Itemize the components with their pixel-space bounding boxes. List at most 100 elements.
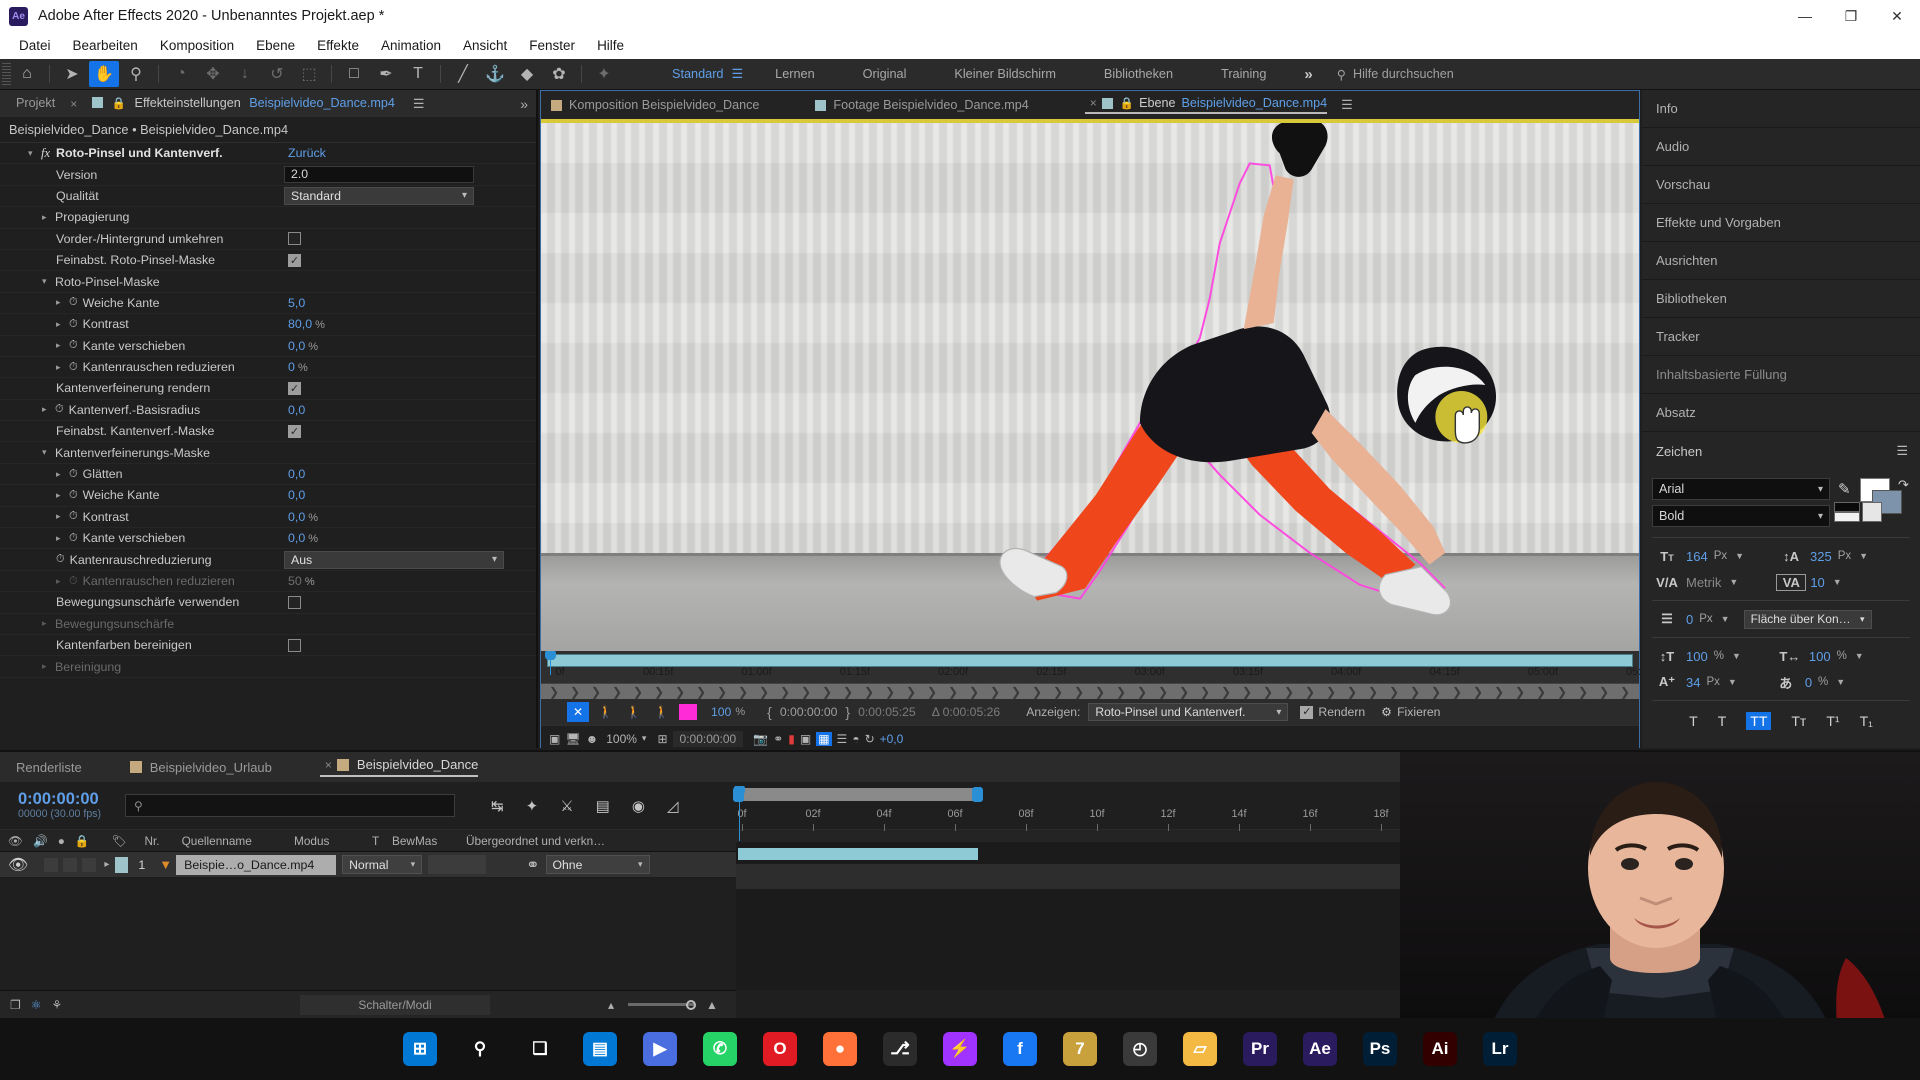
maximize-button[interactable]: ❐ <box>1828 0 1874 32</box>
messenger-icon[interactable]: ⚡ <box>943 1032 977 1066</box>
twirl-down-icon[interactable]: ▾ <box>42 276 50 287</box>
menu-ansicht[interactable]: Ansicht <box>452 35 518 56</box>
font-size-value[interactable]: 164 <box>1686 549 1708 564</box>
workspace-tab-bibliotheken[interactable]: Bibliotheken <box>1080 67 1197 81</box>
param-value[interactable]: 0,0 % <box>288 531 318 545</box>
video-preview-stage[interactable] <box>541 123 1639 651</box>
fill-white-swatch[interactable] <box>1834 512 1860 522</box>
tab-close-icon[interactable]: × <box>1085 96 1102 110</box>
style-button-faux-bold[interactable]: T <box>1689 713 1698 729</box>
twirl-right-icon[interactable]: ▸ <box>56 576 64 587</box>
tab-footage[interactable]: Footage Beispielvideo_Dance.mp4 <box>815 98 1029 112</box>
tsume-value[interactable]: 0 <box>1805 675 1812 690</box>
menu-komposition[interactable]: Komposition <box>149 35 245 56</box>
eraser-tool[interactable]: ◆ <box>512 61 542 87</box>
zoom-slider[interactable] <box>628 1003 694 1006</box>
stroke-order-select[interactable]: Fläche über Kon… ▾ <box>1743 609 1872 629</box>
zoom-slider-handle[interactable] <box>686 999 696 1010</box>
fill-black-swatch[interactable] <box>1834 502 1860 512</box>
param-checkbox[interactable] <box>288 232 301 246</box>
switches-modes-button[interactable]: Schalter/Modi <box>300 994 490 1015</box>
font-style-select[interactable]: Bold ▾ <box>1652 505 1830 527</box>
style-button-small-caps[interactable]: Tт <box>1791 713 1806 729</box>
layer-color-swatch[interactable] <box>115 856 129 873</box>
composition-mini-flowchart-icon[interactable]: ↹ <box>491 797 504 815</box>
layer-track-matte-cell[interactable] <box>428 855 487 874</box>
layer-parent-pickwhip-icon[interactable]: ⚭ <box>526 855 539 875</box>
effect-row-rb-shift-edge[interactable]: ▸ ⏱ Kante verschieben 0,0 % <box>0 336 536 357</box>
audacity-icon[interactable]: ⎇ <box>883 1032 917 1066</box>
tab-komposition[interactable]: Komposition Beispielvideo_Dance <box>551 98 759 112</box>
shape-tool[interactable]: □ <box>339 61 369 87</box>
photoshop-icon[interactable]: Ps <box>1363 1032 1397 1066</box>
effect-row-rb-reduce-chatter[interactable]: ▸ ⏱ Kantenrauschen reduzieren 0 % <box>0 357 536 379</box>
resolution-icon[interactable]: ⊞ <box>657 732 667 746</box>
current-time-indicator[interactable] <box>545 651 556 675</box>
right-panel-item-vorschau[interactable]: Vorschau <box>1642 166 1920 204</box>
stopwatch-icon[interactable]: ⏱ <box>69 510 78 523</box>
opera-icon[interactable]: O <box>763 1032 797 1066</box>
style-button-superscript[interactable]: T¹ <box>1826 713 1839 729</box>
effect-row-render-refine-edge[interactable]: Kantenverfeinerung rendern ✓ <box>0 378 536 400</box>
effect-row-version[interactable]: Version 2.0 <box>0 164 536 186</box>
timeline-current-time[interactable]: 0:00:00:00 <box>18 790 101 808</box>
effect-row-rb-feather[interactable]: ▸ ⏱ Weiche Kante 5,0 <box>0 293 536 315</box>
stopwatch-icon[interactable]: ⏱ <box>69 296 78 309</box>
layer-audio-toggle[interactable] <box>44 857 59 872</box>
close-button[interactable]: ✕ <box>1874 0 1920 32</box>
out-point-value[interactable]: 0:00:05:25 <box>858 705 916 719</box>
zoom-app-icon[interactable]: ▶ <box>643 1032 677 1066</box>
twirl-down-icon[interactable]: ▾ <box>42 447 50 458</box>
effect-row-re-feather[interactable]: ▸ ⏱ Weiche Kante 0,0 <box>0 485 536 507</box>
viewer-timecode[interactable]: 0:00:00:00 <box>672 730 744 747</box>
zoom-out-icon[interactable]: ▴ <box>608 998 614 1012</box>
right-panel-item-audio[interactable]: Audio <box>1642 128 1920 166</box>
param-checkbox[interactable] <box>288 595 301 609</box>
roto-brush-tool[interactable]: ✿ <box>544 61 574 87</box>
home-icon[interactable]: ⌂ <box>12 61 42 87</box>
param-dropdown[interactable]: Standard ▾ <box>284 186 474 205</box>
alpha-boundary-red-icon[interactable]: 🚶 <box>651 702 673 722</box>
effect-row-re-reduce-chatter[interactable]: ▸ ⏱ Kantenrauschen reduzieren 50 % <box>0 571 536 593</box>
pen-tool[interactable]: ✒ <box>371 61 401 87</box>
twirl-right-icon[interactable]: ▸ <box>56 340 64 351</box>
widgets-icon[interactable]: ▤ <box>583 1032 617 1066</box>
twirl-right-icon[interactable]: ▸ <box>56 469 64 480</box>
param-value[interactable]: 0 % <box>288 360 308 374</box>
explorer-icon[interactable]: ▱ <box>1183 1032 1217 1066</box>
workspace-tab-training[interactable]: Training <box>1197 67 1290 81</box>
premiere-icon[interactable]: Pr <box>1243 1032 1277 1066</box>
task-view-icon[interactable]: ❑ <box>523 1032 557 1066</box>
tab-close-icon[interactable]: × <box>65 97 82 111</box>
style-button-faux-italic[interactable]: T <box>1718 713 1727 729</box>
view-mode-icon[interactable]: 🖥 <box>565 732 580 746</box>
effect-row-decontamination-group[interactable]: ▸ Bereinigung <box>0 656 536 678</box>
search-icon[interactable]: ⚲ <box>463 1032 497 1066</box>
workspace-tab-lernen[interactable]: Lernen <box>751 67 839 81</box>
7zip-icon[interactable]: 7 <box>1063 1032 1097 1066</box>
param-checkbox[interactable]: ✓ <box>288 424 301 438</box>
layer-visibility-toggle[interactable]: 👁 <box>8 855 28 875</box>
alpha-boundary-icon[interactable]: ✕ <box>567 702 589 722</box>
orbit-tool[interactable]: ◔ <box>166 61 196 87</box>
graph-editor-icon[interactable]: ◿ <box>667 797 679 815</box>
in-point-value[interactable]: 0:00:00:00 <box>780 705 838 719</box>
graph-editor-status-icon[interactable]: ⚘ <box>52 998 63 1012</box>
mask-view-icon[interactable]: ☻ <box>586 732 599 746</box>
viewer-timeline-ruler[interactable]: 0f 00:15f 01:00f 01:15f 02:00f 02:15f 03:00f 03… <box>541 651 1656 683</box>
stopwatch-icon[interactable]: ⏱ <box>69 489 78 502</box>
region-of-interest-tool[interactable]: ⬚ <box>294 61 324 87</box>
param-value[interactable]: 80,0 % <box>288 317 325 331</box>
show-snapshot-icon[interactable]: ⚭ <box>773 732 783 746</box>
character-panel-menu-icon[interactable]: ☰ <box>1896 443 1908 459</box>
kerning-value[interactable]: Metrik <box>1686 575 1721 590</box>
right-panel-item-inhaltsbasierte-f-llung[interactable]: Inhaltsbasierte Füllung <box>1642 356 1920 394</box>
chevron-down-icon[interactable]: ▼ <box>1732 651 1741 661</box>
brush-tool[interactable]: ╱ <box>448 61 478 87</box>
workspace-tab-original[interactable]: Original <box>839 67 931 81</box>
stopwatch-icon[interactable]: ⏱ <box>69 318 78 331</box>
lock-icon[interactable]: 🔒 <box>1120 96 1134 110</box>
param-dropdown[interactable]: Aus ▾ <box>284 550 504 569</box>
param-value[interactable]: 0,0 % <box>288 339 318 353</box>
effect-row-re-contrast[interactable]: ▸ ⏱ Kontrast 0,0 % <box>0 507 536 529</box>
